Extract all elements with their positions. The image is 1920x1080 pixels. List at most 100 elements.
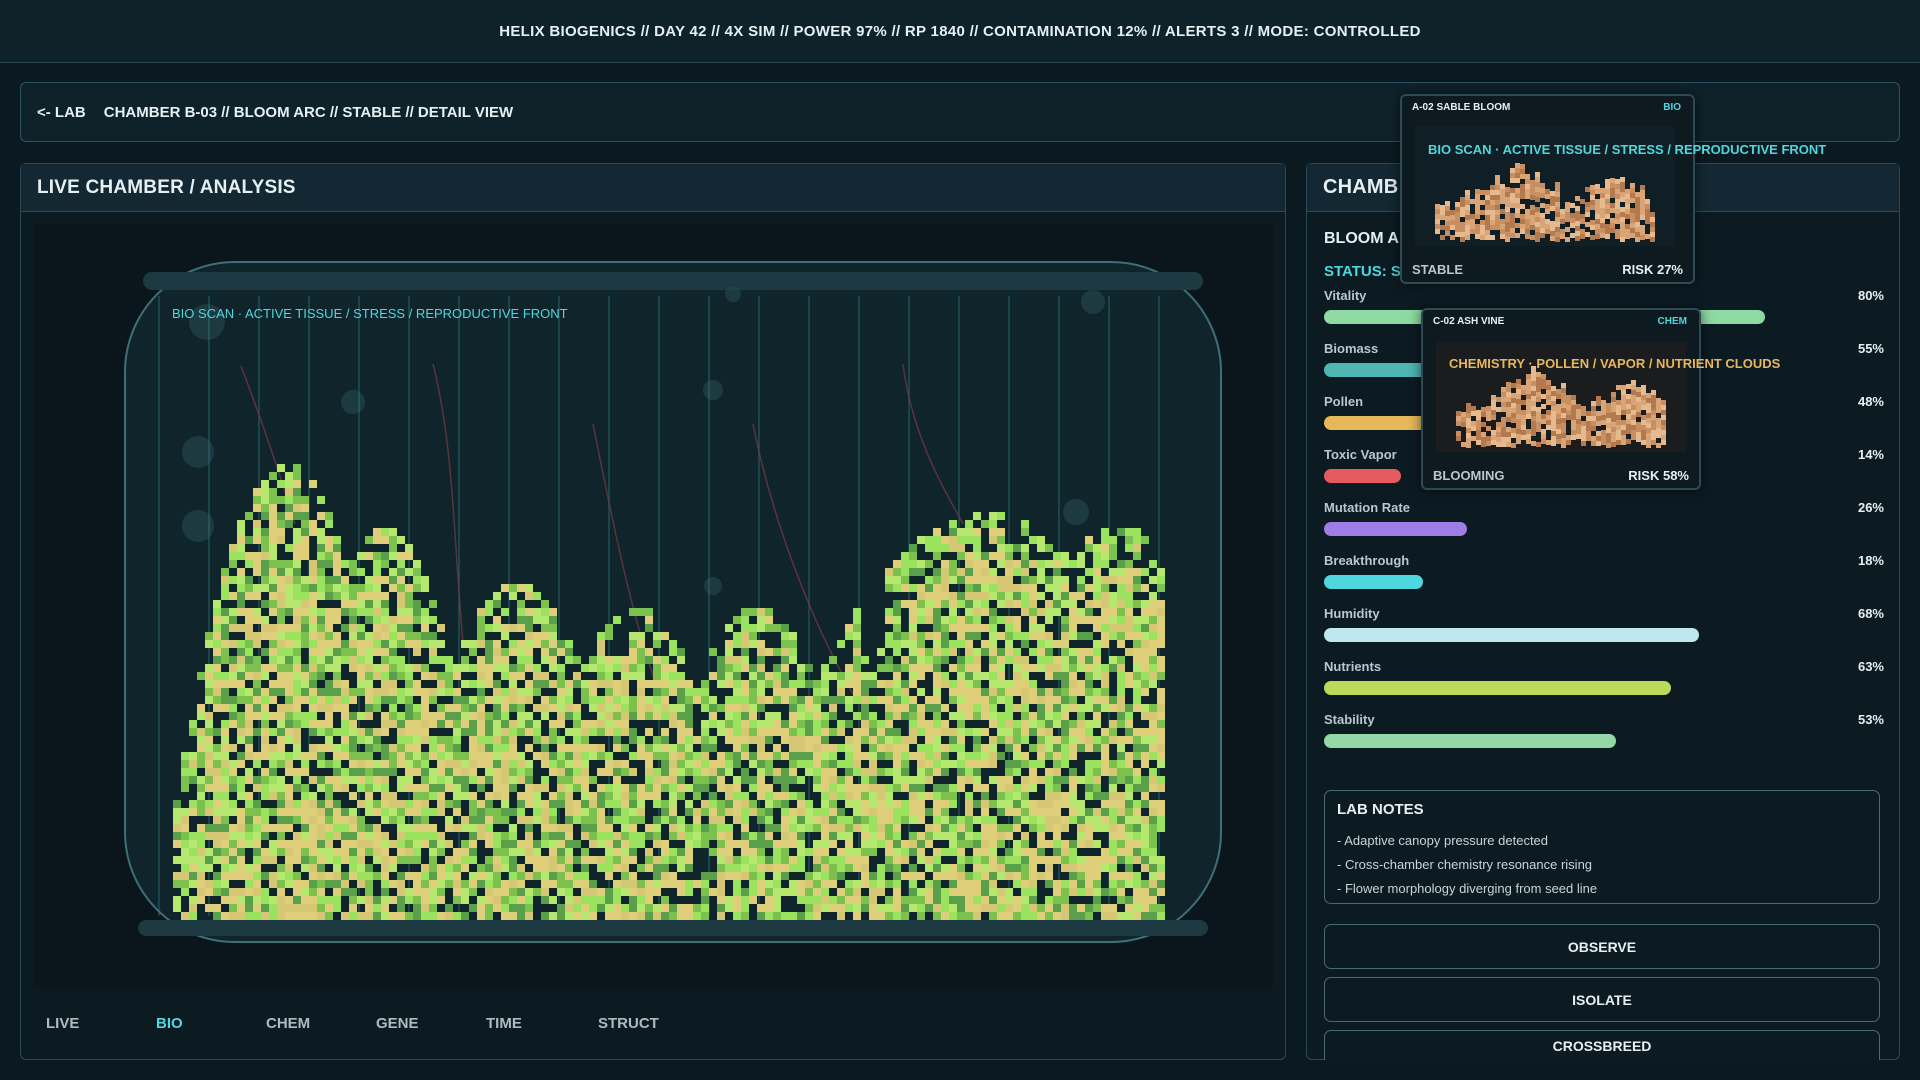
tissue-cell (293, 584, 301, 592)
tissue-cell (437, 896, 445, 904)
tissue-cell (741, 776, 749, 784)
thumb-cell (1501, 417, 1506, 422)
tissue-cell (805, 704, 813, 712)
tab-bio[interactable]: BIO (156, 1015, 183, 1032)
tissue-cell (1157, 888, 1165, 896)
tissue-cell (557, 640, 565, 648)
thumb-cell (1610, 188, 1615, 193)
tissue-cell (301, 848, 309, 856)
crossbreed-button[interactable]: CROSSBREED (1324, 1030, 1880, 1060)
tissue-cell (1109, 864, 1117, 872)
thumb-cell (1610, 223, 1615, 228)
tissue-cell (997, 872, 1005, 880)
tissue-cell (1053, 608, 1061, 616)
tissue-cell (453, 768, 461, 776)
tissue-cell (1149, 824, 1157, 832)
tissue-cell (1005, 872, 1013, 880)
tissue-cell (997, 664, 1005, 672)
thumb-cell (1605, 224, 1610, 229)
thumb-cell (1546, 400, 1551, 405)
tissue-cell (205, 640, 213, 648)
tissue-cell (357, 656, 365, 664)
tissue-cell (1093, 872, 1101, 880)
tissue-cell (1093, 576, 1101, 584)
tissue-cell (381, 896, 389, 904)
chamber-preview-card-a02[interactable]: A-02 SABLE BLOOM BIO STABLE RISK 27% (1400, 94, 1695, 284)
tissue-cell (221, 856, 229, 864)
tab-live[interactable]: LIVE (46, 1015, 79, 1032)
tissue-cell (693, 792, 701, 800)
tissue-cell (949, 792, 957, 800)
tissue-cell (365, 872, 373, 880)
tissue-cell (565, 640, 573, 648)
tissue-cell (933, 872, 941, 880)
tissue-cell (789, 864, 797, 872)
tissue-cell (861, 832, 869, 840)
tissue-cell (701, 696, 709, 704)
observe-button[interactable]: OBSERVE (1324, 924, 1880, 969)
tissue-cell (741, 656, 749, 664)
chamber-viewport[interactable]: BIO SCAN · ACTIVE TISSUE / STRESS / REPR… (33, 224, 1273, 989)
tab-struct[interactable]: STRUCT (598, 1015, 659, 1032)
chamber-preview-card-c02[interactable]: C-02 ASH VINE CHEM BLOOMING RISK 58% (1421, 308, 1701, 490)
tissue-cell (677, 848, 685, 856)
tab-time[interactable]: TIME (486, 1015, 522, 1032)
tissue-cell (1141, 864, 1149, 872)
tab-gene[interactable]: GENE (376, 1015, 419, 1032)
tissue-cell (877, 792, 885, 800)
thumb-cell (1575, 236, 1580, 241)
thumb-cell (1526, 394, 1531, 399)
tissue-cell (837, 760, 845, 768)
tissue-cell (573, 808, 581, 816)
thumb-cell (1506, 417, 1511, 422)
tissue-cell (901, 760, 909, 768)
tissue-cell (485, 896, 493, 904)
tissue-cell (813, 856, 821, 864)
tissue-cell (869, 768, 877, 776)
tissue-cell (941, 584, 949, 592)
tissue-cell (237, 720, 245, 728)
tissue-cell (325, 848, 333, 856)
tissue-cell (213, 600, 221, 608)
back-to-lab-link[interactable]: <- LAB (37, 104, 86, 121)
tissue-cell (581, 880, 589, 888)
tissue-cell (453, 896, 461, 904)
tissue-cell (429, 832, 437, 840)
tissue-cell (653, 912, 661, 920)
tissue-cell (845, 800, 853, 808)
tissue-cell (277, 832, 285, 840)
tissue-cell (901, 576, 909, 584)
tissue-cell (605, 720, 613, 728)
tissue-cell (453, 760, 461, 768)
tissue-cell (477, 776, 485, 784)
tissue-cell (685, 912, 693, 920)
tissue-cell (405, 760, 413, 768)
tissue-cell (1101, 768, 1109, 776)
tissue-cell (621, 680, 629, 688)
tissue-cell (821, 904, 829, 912)
thumb-cell (1456, 436, 1461, 441)
tissue-cell (981, 808, 989, 816)
tissue-cell (645, 656, 653, 664)
tissue-cell (453, 672, 461, 680)
tissue-cell (357, 752, 365, 760)
tissue-cell (1125, 704, 1133, 712)
tissue-cell (525, 664, 533, 672)
tissue-cell (1029, 536, 1037, 544)
tissue-cell (781, 736, 789, 744)
tab-chem[interactable]: CHEM (266, 1015, 310, 1032)
tissue-cell (821, 664, 829, 672)
tissue-cell (421, 824, 429, 832)
tissue-cell (485, 664, 493, 672)
tissue-cell (813, 784, 821, 792)
tissue-cell (581, 768, 589, 776)
tissue-cell (989, 672, 997, 680)
tissue-cell (293, 696, 301, 704)
tissue-cell (717, 656, 725, 664)
tissue-cell (685, 888, 693, 896)
isolate-button[interactable]: ISOLATE (1324, 977, 1880, 1022)
tissue-cell (733, 736, 741, 744)
tissue-cell (277, 752, 285, 760)
tissue-cell (405, 832, 413, 840)
tissue-cell (1029, 584, 1037, 592)
